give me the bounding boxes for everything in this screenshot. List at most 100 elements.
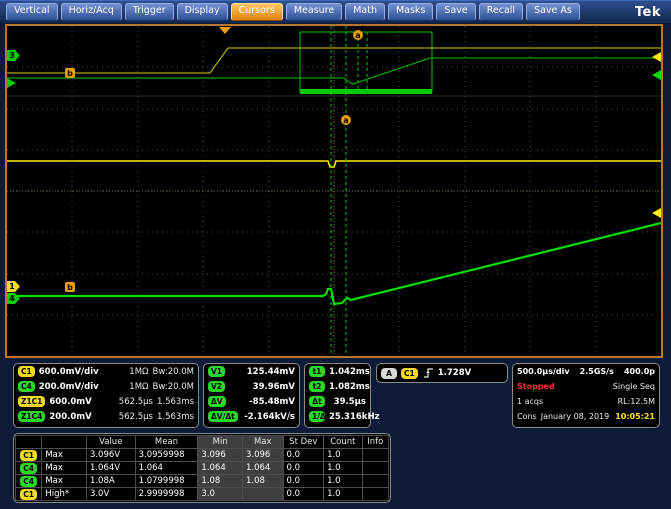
channel-readout-row: C1 600.0mV/div 1MΩ Bw:20.0M — [14, 364, 198, 379]
measurement-source-badge[interactable]: C4 — [20, 475, 38, 487]
clock-row: Cons January 08, 2019 10:05:21 — [513, 409, 659, 424]
v2-badge: V2 — [208, 381, 226, 392]
measurement-table: Value Mean Min Max St Dev Count Info C1 … — [14, 435, 390, 501]
svg-text:a: a — [355, 31, 360, 40]
acq-count-row: 1 acqs RL:12.5M — [513, 394, 659, 409]
delta-v-badge: ΔV — [208, 396, 226, 407]
t2-badge: t2 — [309, 381, 325, 392]
c1-scale: 600.0mV/div — [38, 366, 99, 377]
header-count: Count — [323, 435, 363, 449]
measurement-count: 1.0 — [323, 487, 363, 501]
cursor-readout-row: t2 1.082ms — [305, 379, 370, 394]
measurement-source-badge[interactable]: C4 — [20, 462, 38, 474]
menu-button-measure[interactable]: Measure — [285, 3, 343, 21]
menu-button-math[interactable]: Math — [345, 3, 385, 21]
measurement-source-badge[interactable]: C1 — [20, 488, 38, 500]
waveform-display[interactable]: a a b b 3 1 4 — [7, 26, 661, 356]
header-max: Max — [242, 435, 284, 449]
c4-scale: 200.0mV/div — [38, 381, 99, 392]
measurement-info — [361, 487, 390, 501]
sample-rate-value: 2.5GS/s — [579, 367, 614, 376]
cursor-readout-row: 1/Δt 25.316kHz — [305, 409, 380, 424]
inv-delta-t-value: 25.316kHz — [329, 411, 380, 422]
measurement-mean: 1.064 — [134, 461, 199, 475]
zoom-c4-position-arrow[interactable] — [7, 78, 16, 88]
trigger-readout-panel[interactable]: A C1 1.728V — [376, 363, 508, 383]
t1-value: 1.042ms — [329, 366, 370, 377]
cursor-b-marker-top[interactable]: b — [65, 68, 75, 78]
measurement-row[interactable]: C1 High* 3.0V 2.9999998 3.0 0.0 1.0 — [14, 487, 390, 501]
channel-4-marker[interactable]: 4 — [7, 293, 20, 304]
channel-3-marker[interactable]: 3 — [7, 50, 20, 61]
measurement-min: 3.096 — [197, 448, 243, 462]
v2-value: 39.96mV — [252, 381, 295, 392]
waveform-display-frame: a a b b 3 1 4 — [5, 24, 663, 358]
menu-button-display[interactable]: Display — [176, 3, 228, 21]
measurement-stdev: 0.0 — [282, 448, 325, 462]
z1c4-scale: 200.0mV — [49, 411, 92, 422]
channel-1-marker[interactable]: 1 — [7, 281, 20, 292]
menu-button-save[interactable]: Save — [436, 3, 476, 21]
measurement-table-panel: Value Mean Min Max St Dev Count Info C1 … — [13, 433, 391, 503]
cursor-a-marker-main[interactable]: a — [341, 115, 351, 125]
z1c1-badge[interactable]: Z1C1 — [18, 396, 46, 407]
c1-reference-arrow[interactable] — [652, 52, 661, 62]
menu-button-recall[interactable]: Recall — [478, 3, 524, 21]
cursor-readout-row: V2 39.96mV — [204, 379, 299, 394]
measurement-max: 1.08 — [242, 474, 284, 488]
inv-delta-t-badge: 1/Δt — [309, 411, 329, 422]
measurement-max: 3.096 — [242, 448, 284, 462]
svg-text:4: 4 — [9, 294, 15, 303]
acq-count: 1 acqs — [517, 397, 544, 406]
timebase-value: 500.0µs/div — [517, 367, 570, 376]
header-info: Info — [361, 435, 390, 449]
menu-button-masks[interactable]: Masks — [387, 3, 434, 21]
measurement-min: 3.0 — [197, 487, 243, 501]
cursor-b-marker-bottom[interactable]: b — [65, 282, 75, 292]
menu-button-horiz-acq[interactable]: Horiz/Acq — [60, 3, 122, 21]
header-source — [14, 435, 43, 449]
menu-button-trigger[interactable]: Trigger — [124, 3, 174, 21]
header-value: Value — [85, 435, 136, 449]
channel-readout-row: C4 200.0mV/div 1MΩ Bw:20.0M — [14, 379, 198, 394]
measurement-row[interactable]: C4 Max 1.08A 1.0799998 1.08 1.08 0.0 1.0 — [14, 474, 390, 488]
c1-badge[interactable]: C1 — [18, 366, 35, 377]
z1c4-position: 1.563ms — [156, 411, 194, 422]
menu-button-save-as[interactable]: Save As — [526, 3, 580, 21]
measurement-stdev: 0.0 — [282, 474, 325, 488]
measurement-value: 3.0V — [85, 487, 136, 501]
channel-readout-row: Z1C1 600.0mV 562.5µs 1.563ms — [14, 394, 198, 409]
measurement-count: 1.0 — [323, 474, 363, 488]
c4-reference-arrow[interactable] — [652, 70, 661, 80]
measurement-max: 1.064 — [242, 461, 284, 475]
trigger-source-badge: C1 — [401, 367, 418, 379]
trigger-position-icon[interactable] — [219, 27, 231, 34]
measurement-row[interactable]: C4 Max 1.064V 1.064 1.064 1.064 0.0 1.0 — [14, 461, 390, 475]
v1-value: 125.44mV — [246, 366, 295, 377]
measurement-row[interactable]: C1 Max 3.096V 3.0959998 3.096 3.096 0.0 … — [14, 448, 390, 462]
measurement-source-badge[interactable]: C1 — [20, 449, 38, 461]
svg-text:1: 1 — [9, 282, 15, 291]
menu-button-cursors[interactable]: Cursors — [230, 3, 283, 21]
measurement-min: 1.08 — [197, 474, 243, 488]
z1c4-badge[interactable]: Z1C4 — [18, 411, 46, 422]
trigger-level-arrow[interactable] — [652, 208, 661, 218]
oscilloscope-app-window: Vertical Horiz/Acq Trigger Display Curso… — [0, 0, 671, 509]
header-stdev: St Dev — [282, 435, 325, 449]
record-length: RL:12.5M — [617, 397, 655, 406]
measurement-min: 1.064 — [197, 461, 243, 475]
cursor-a-marker-zoom[interactable]: a — [353, 30, 363, 40]
delta-v-value: -85.48mV — [249, 396, 295, 407]
zoom-window-box[interactable] — [299, 31, 433, 93]
t1-badge: t1 — [309, 366, 325, 377]
measurement-mean: 3.0959998 — [134, 448, 199, 462]
c4-badge[interactable]: C4 — [18, 381, 35, 392]
resolution-value: 400.0p — [623, 367, 655, 376]
c4-impedance: 1MΩ — [129, 381, 149, 392]
menu-button-vertical[interactable]: Vertical — [6, 3, 58, 21]
measurement-mean: 2.9999998 — [134, 487, 199, 501]
trigger-level-value: 1.728V — [437, 368, 472, 378]
measurement-name: Max — [41, 448, 87, 462]
rising-edge-icon — [423, 368, 433, 378]
zoom-region-bar[interactable] — [300, 89, 432, 94]
